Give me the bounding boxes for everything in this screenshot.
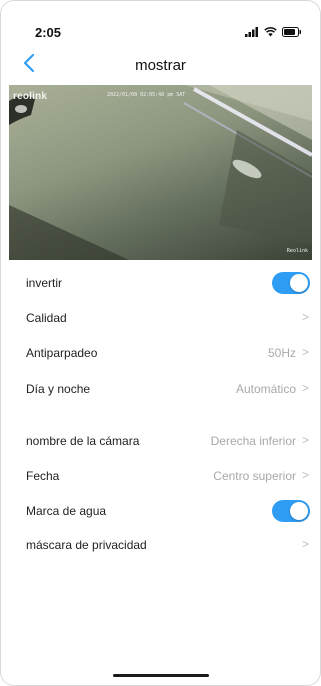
- chevron-right-icon: >: [301, 433, 309, 447]
- nombre-camara-row[interactable]: nombre de la cámara Derecha inferior >: [1, 421, 320, 457]
- invertir-row: invertir: [1, 263, 320, 299]
- mascara-row[interactable]: máscara de privacidad >: [1, 525, 320, 561]
- camera-watermark: Reolink: [286, 248, 308, 254]
- antiparpadeo-value: 50Hz: [267, 346, 296, 360]
- calidad-label: Calidad: [26, 311, 67, 325]
- invertir-toggle[interactable]: [272, 272, 310, 294]
- marca-agua-toggle[interactable]: [272, 500, 310, 522]
- marca-agua-label: Marca de agua: [26, 504, 107, 518]
- chevron-right-icon: >: [301, 537, 309, 551]
- home-indicator: [113, 674, 209, 677]
- marca-agua-row: Marca de agua: [1, 491, 320, 527]
- signal-icon: [245, 27, 258, 37]
- navigation-bar: mostrar: [1, 51, 320, 81]
- status-time: 2:05: [35, 25, 62, 40]
- fecha-label: Fecha: [26, 469, 60, 483]
- camera-logo: reolink: [13, 91, 48, 102]
- chevron-right-icon: >: [301, 468, 309, 482]
- calidad-row[interactable]: Calidad >: [1, 298, 320, 334]
- camera-preview[interactable]: reolink 2022/01/08 02:05:48 pm SAT Reoli…: [9, 85, 312, 260]
- phone-screen: 2:05 mostrar reolink 2022/01/08 02:05:48…: [0, 0, 321, 686]
- status-bar: 2:05: [1, 1, 320, 41]
- chevron-right-icon: >: [301, 345, 309, 359]
- dia-noche-row[interactable]: Día y noche Automático >: [1, 369, 320, 405]
- nombre-camara-value: Derecha inferior: [210, 434, 296, 448]
- toggle-knob: [290, 274, 308, 292]
- nombre-camara-label: nombre de la cámara: [26, 434, 140, 448]
- wifi-icon: [264, 27, 277, 37]
- battery-icon: [282, 27, 301, 37]
- fecha-value: Centro superior: [213, 469, 296, 483]
- antiparpadeo-label: Antiparpadeo: [26, 346, 98, 360]
- toggle-knob: [290, 502, 308, 520]
- chevron-right-icon: >: [301, 381, 309, 395]
- page-title: mostrar: [135, 57, 186, 74]
- dia-noche-value: Automático: [235, 382, 296, 396]
- fecha-row[interactable]: Fecha Centro superior >: [1, 456, 320, 492]
- system-icons: [245, 27, 302, 37]
- camera-timestamp: 2022/01/08 02:05:48 pm SAT: [107, 92, 186, 98]
- dia-noche-label: Día y noche: [26, 382, 91, 396]
- mascara-label: máscara de privacidad: [26, 538, 147, 552]
- camera-scene: [9, 85, 312, 260]
- antiparpadeo-row[interactable]: Antiparpadeo 50Hz >: [1, 333, 320, 369]
- invertir-label: invertir: [26, 276, 63, 290]
- chevron-right-icon: >: [301, 310, 309, 324]
